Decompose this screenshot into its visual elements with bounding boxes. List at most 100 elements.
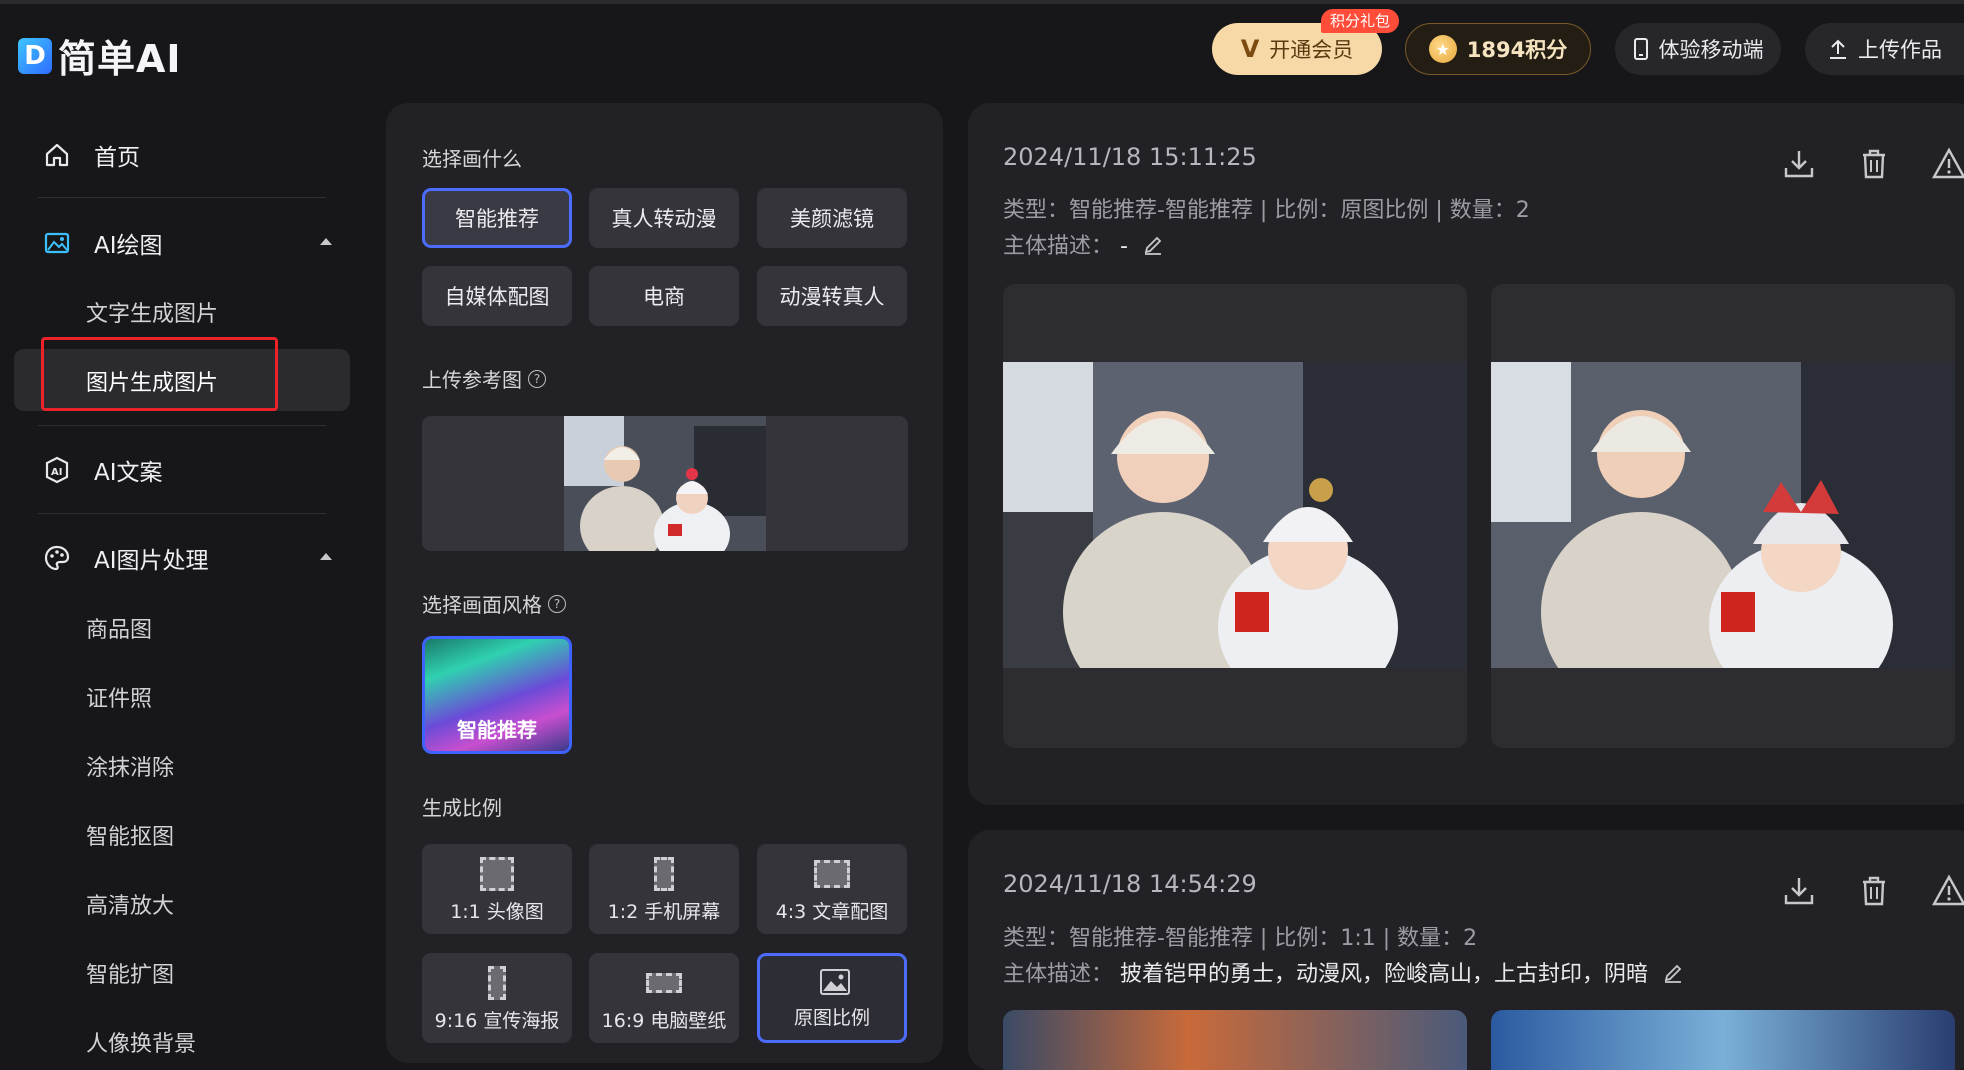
warning-icon[interactable] (1931, 873, 1964, 909)
nav-home-label: 首页 (94, 145, 140, 171)
mobile-label: 体验移动端 (1658, 38, 1764, 62)
sidebar-item-smart-expand[interactable]: 智能扩图 (86, 957, 174, 989)
window-top-edge (0, 0, 1964, 4)
upload-work-button[interactable]: 上传作品 (1805, 23, 1964, 75)
nav-ai-image-processing-label: AI图片处理 (94, 548, 209, 574)
tall-frame-icon (488, 966, 506, 1000)
sidebar-divider (38, 425, 326, 426)
ratio-label-16-9: 16:9 电脑壁纸 (601, 1010, 727, 1032)
reference-image-thumbnail (564, 416, 766, 551)
download-icon[interactable] (1781, 873, 1817, 909)
description-value: 披着铠甲的勇士，动漫风，险峻高山，上古封印，阴暗 (1120, 962, 1649, 987)
ratio-label-1-1: 1:1 头像图 (450, 901, 544, 923)
vip-icon: V (1240, 35, 1260, 63)
pencil-icon[interactable] (1663, 963, 1683, 983)
nav-ai-copy[interactable]: AI AI文案 (42, 453, 163, 487)
image-icon (820, 969, 850, 995)
generated-image (1003, 362, 1467, 668)
portrait-frame-icon (654, 857, 674, 891)
chip-beauty-filter[interactable]: 美颜滤镜 (757, 188, 907, 248)
result-meta: 类型：智能推荐-智能推荐 | 比例：1:1 | 数量：2 (1003, 926, 1478, 951)
ratio-label-4-3: 4:3 文章配图 (775, 901, 889, 923)
generated-image (1491, 362, 1955, 668)
result-image-preview[interactable] (1491, 1010, 1955, 1070)
ratio-label-original: 原图比例 (793, 1007, 870, 1029)
chip-real-to-anime[interactable]: 真人转动漫 (589, 188, 739, 248)
nav-ai-image-processing[interactable]: AI图片处理 (42, 541, 209, 575)
description-value: - (1120, 234, 1128, 259)
points-button[interactable]: ★ 1894积分 (1405, 23, 1591, 75)
ratio-label-1-2: 1:2 手机屏幕 (607, 901, 721, 923)
collapse-caret-icon[interactable] (320, 553, 332, 560)
try-mobile-button[interactable]: 体验移动端 (1615, 23, 1781, 75)
nav-home[interactable]: 首页 (42, 138, 140, 172)
result-image-slot[interactable] (1491, 284, 1955, 748)
palette-icon (44, 545, 70, 571)
result-image-preview[interactable] (1003, 1010, 1467, 1070)
collapse-caret-icon[interactable] (320, 238, 332, 245)
sidebar-item-text-to-image[interactable]: 文字生成图片 (86, 296, 218, 328)
reference-image-dropzone[interactable] (422, 416, 908, 551)
sidebar-item-portrait-bg[interactable]: 人像换背景 (86, 1026, 196, 1058)
home-icon (45, 143, 69, 167)
sidebar-item-id-photo[interactable]: 证件照 (86, 681, 152, 713)
ratio-9-16[interactable]: 9:16 宣传海报 (422, 953, 572, 1043)
result-meta: 类型：智能推荐-智能推荐 | 比例：原图比例 | 数量：2 (1003, 198, 1530, 223)
nav-ai-copy-label: AI文案 (94, 460, 163, 486)
ratio-label: 生成比例 (422, 796, 502, 820)
svg-text:AI: AI (51, 467, 62, 478)
ratio-1-2[interactable]: 1:2 手机屏幕 (589, 844, 739, 934)
style-label-row: 选择画面风格 ? (422, 589, 566, 618)
question-icon[interactable]: ? (528, 369, 546, 388)
question-icon[interactable]: ? (548, 594, 566, 613)
warning-icon[interactable] (1931, 146, 1964, 182)
ratio-1-1[interactable]: 1:1 头像图 (422, 844, 572, 934)
sidebar-divider (38, 513, 326, 514)
app-logo[interactable]: D 简单AI (18, 28, 182, 83)
phone-icon (1633, 38, 1648, 60)
ratio-16-9[interactable]: 16:9 电脑壁纸 (589, 953, 739, 1043)
result-description-row: 主体描述： 披着铠甲的勇士，动漫风，险峻高山，上古封印，阴暗 (1003, 956, 1683, 988)
ai-text-icon: AI (45, 456, 69, 484)
ratio-original[interactable]: 原图比例 (757, 953, 907, 1043)
chip-anime-to-real[interactable]: 动漫转真人 (757, 266, 907, 326)
result-timestamp: 2024/11/18 14:54:29 (1003, 870, 1257, 898)
upload-label: 上传作品 (1858, 38, 1942, 62)
trash-icon[interactable] (1856, 146, 1892, 182)
logo-mark: D (18, 37, 52, 74)
description-label: 主体描述： (1003, 234, 1114, 259)
style-card-label: 智能推荐 (457, 718, 537, 742)
nav-ai-drawing[interactable]: AI绘图 (42, 226, 163, 260)
highlight-box (41, 337, 278, 411)
ratio-4-3[interactable]: 4:3 文章配图 (757, 844, 907, 934)
style-card-smart-recommend[interactable]: 智能推荐 (422, 636, 572, 754)
logo-text: 简单AI (58, 37, 182, 81)
upload-ref-label: 上传参考图 (422, 368, 522, 392)
upload-icon (1830, 39, 1846, 59)
vip-label: 开通会员 (1269, 38, 1354, 62)
result-image-slot[interactable] (1003, 284, 1467, 748)
nav-ai-drawing-label: AI绘图 (94, 233, 163, 259)
sidebar-item-smear-erase[interactable]: 涂抹消除 (86, 750, 174, 782)
ratio-label-9-16: 9:16 宣传海报 (434, 1010, 560, 1032)
trash-icon[interactable] (1856, 873, 1892, 909)
square-frame-icon (480, 857, 514, 891)
points-label: 1894积分 (1466, 38, 1568, 62)
upload-ref-label-row: 上传参考图 ? (422, 364, 546, 393)
image-icon (44, 232, 70, 254)
chip-media-image[interactable]: 自媒体配图 (422, 266, 572, 326)
sidebar-item-product-image[interactable]: 商品图 (86, 612, 152, 644)
pencil-icon[interactable] (1143, 235, 1163, 255)
chip-ecommerce[interactable]: 电商 (589, 266, 739, 326)
sidebar-item-hd-upscale[interactable]: 高清放大 (86, 888, 174, 920)
chip-smart-recommend[interactable]: 智能推荐 (422, 188, 572, 248)
result-description-row: 主体描述： - (1003, 228, 1163, 260)
download-icon[interactable] (1781, 146, 1817, 182)
wide-frame-icon (646, 973, 682, 993)
result-timestamp: 2024/11/18 15:11:25 (1003, 143, 1257, 171)
choose-what-label: 选择画什么 (422, 147, 522, 171)
description-label: 主体描述： (1003, 962, 1114, 987)
style-label: 选择画面风格 (422, 593, 542, 617)
points-gift-badge: 积分礼包 (1321, 9, 1400, 33)
sidebar-item-smart-cutout[interactable]: 智能抠图 (86, 819, 174, 851)
